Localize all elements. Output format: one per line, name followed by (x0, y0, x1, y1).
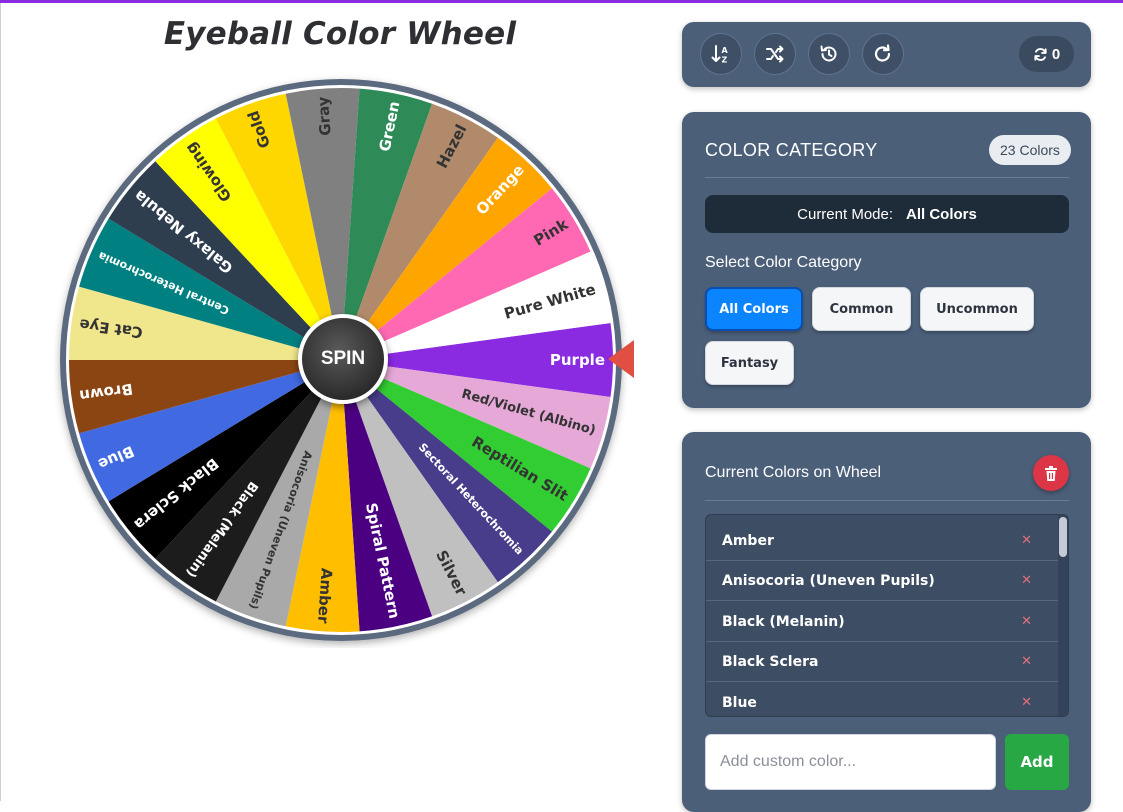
list-item: Black (Melanin) ✕ (706, 602, 1058, 642)
mode-label: Current Mode: (797, 205, 894, 223)
redo-button[interactable] (862, 33, 904, 75)
list-item-label: Amber (722, 532, 774, 549)
current-colors-title: Current Colors on Wheel (705, 464, 882, 481)
wheel-label-purple: Purple (550, 351, 605, 369)
svg-text:Z: Z (722, 56, 728, 65)
list-item: Blue ✕ (706, 683, 1058, 716)
category-uncommon-button[interactable]: Uncommon (920, 287, 1034, 331)
category-common-button[interactable]: Common (812, 287, 911, 331)
remove-icon[interactable]: ✕ (1021, 654, 1032, 669)
shuffle-button[interactable] (754, 33, 796, 75)
list-item: Amber ✕ (706, 521, 1058, 561)
remove-icon[interactable]: ✕ (1021, 695, 1032, 710)
history-button[interactable] (808, 33, 850, 75)
add-color-button[interactable]: Add (1005, 734, 1069, 790)
spin-button[interactable]: SPIN (298, 314, 388, 404)
sort-button[interactable]: A Z (700, 33, 742, 75)
color-category-panel: COLOR CATEGORY 23 Colors Current Mode: A… (682, 112, 1091, 408)
list-item: Black Sclera ✕ (706, 642, 1058, 682)
mode-value: All Colors (906, 205, 977, 223)
spin-count: 0 (1051, 45, 1061, 63)
redo-icon (874, 44, 891, 62)
page-title: Eyeball Color Wheel (163, 16, 517, 52)
wheel-label-amber: Amber (314, 567, 336, 624)
remove-icon[interactable]: ✕ (1021, 614, 1032, 629)
top-accent-bar (0, 0, 1123, 3)
list-scrollbar-thumb[interactable] (1059, 517, 1067, 557)
toolbar-panel: A Z 0 (682, 22, 1091, 87)
remove-icon[interactable]: ✕ (1021, 533, 1032, 548)
custom-color-input[interactable] (705, 734, 996, 790)
trash-icon (1045, 465, 1057, 481)
list-item: Anisocoria (Uneven Pupils) ✕ (706, 561, 1058, 601)
shuffle-icon (766, 45, 784, 63)
list-item-label: Anisocoria (Uneven Pupils) (722, 572, 935, 589)
history-icon (820, 45, 837, 62)
sort-alpha-icon: A Z (711, 45, 729, 65)
color-wheel[interactable]: Purple Red/Violet (Albino) Reptilian Slit S… (54, 73, 629, 648)
list-item-label: Black Sclera (722, 653, 819, 670)
wheel-label-gray: Gray (314, 96, 335, 137)
clear-all-button[interactable] (1033, 455, 1069, 491)
sync-icon (1034, 47, 1047, 61)
left-edge-border (0, 3, 1, 801)
divider (705, 177, 1069, 178)
remove-icon[interactable]: ✕ (1021, 573, 1032, 588)
category-title: COLOR CATEGORY (705, 140, 878, 160)
category-all-colors-button[interactable]: All Colors (705, 287, 803, 331)
current-mode-bar: Current Mode: All Colors (705, 195, 1069, 233)
wheel-pointer-icon (608, 340, 634, 378)
select-category-label: Select Color Category (705, 254, 862, 271)
color-list[interactable]: Amber ✕ Anisocoria (Uneven Pupils) ✕ Bla… (705, 514, 1069, 717)
color-count-badge: 23 Colors (989, 135, 1071, 165)
list-item-label: Blue (722, 694, 757, 711)
category-fantasy-button[interactable]: Fantasy (705, 341, 794, 385)
divider (705, 500, 1069, 501)
list-item-label: Black (Melanin) (722, 613, 845, 630)
current-colors-panel: Current Colors on Wheel Amber ✕ Anisocor… (682, 432, 1091, 812)
svg-text:A: A (722, 46, 729, 55)
spin-counter: 0 (1019, 36, 1074, 72)
